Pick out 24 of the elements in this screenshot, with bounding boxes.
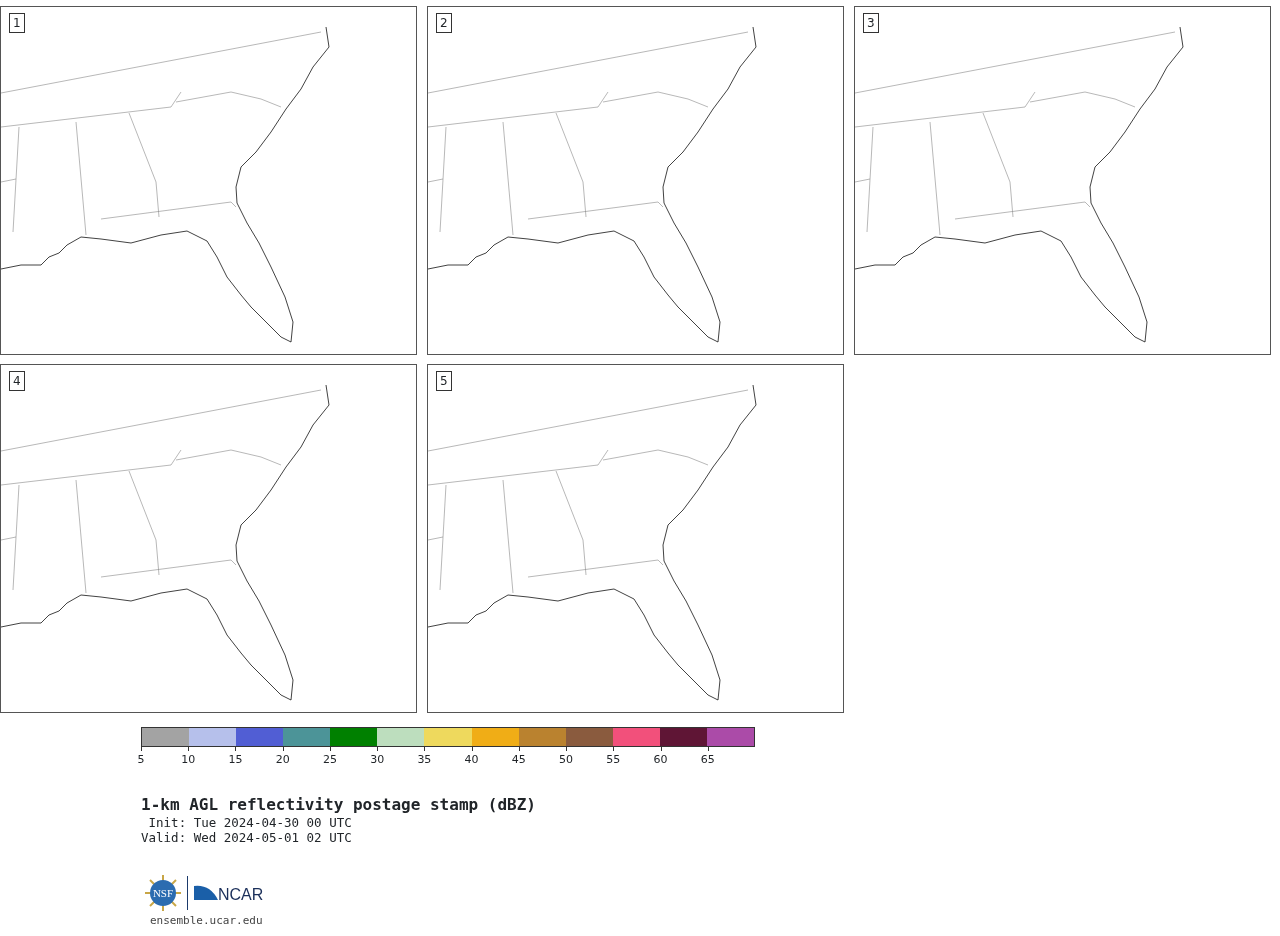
tick-label: 15 [228,752,243,768]
tick-label: 55 [606,752,621,768]
tick-label: 20 [275,752,290,768]
tick-label: 40 [464,752,479,768]
tick-label: 10 [181,752,196,768]
panel-number: 1 [9,13,25,33]
panel-number: 5 [436,371,452,391]
panel-number: 3 [863,13,879,33]
chart-title: 1-km AGL reflectivity postage stamp (dBZ) [141,795,537,815]
valid-time: Valid: Wed 2024-05-01 02 UTC [141,830,353,845]
panel-number: 4 [9,371,25,391]
tick-label: 25 [322,752,337,768]
tick-label: 65 [700,752,715,768]
panel-number: 2 [436,13,452,33]
website-url: ensemble.ucar.edu [150,913,264,929]
ncar-logo: NCAR [194,882,268,904]
tick-label: 35 [417,752,432,768]
nsf-logo: NSF [145,875,181,911]
tick-label: 45 [511,752,526,768]
tick-label: 30 [370,752,385,768]
tick-label: 5 [137,752,145,768]
init-time: Init: Tue 2024-04-30 00 UTC [147,815,353,830]
tick-label: 60 [653,752,668,768]
tick-label: 50 [559,752,574,768]
